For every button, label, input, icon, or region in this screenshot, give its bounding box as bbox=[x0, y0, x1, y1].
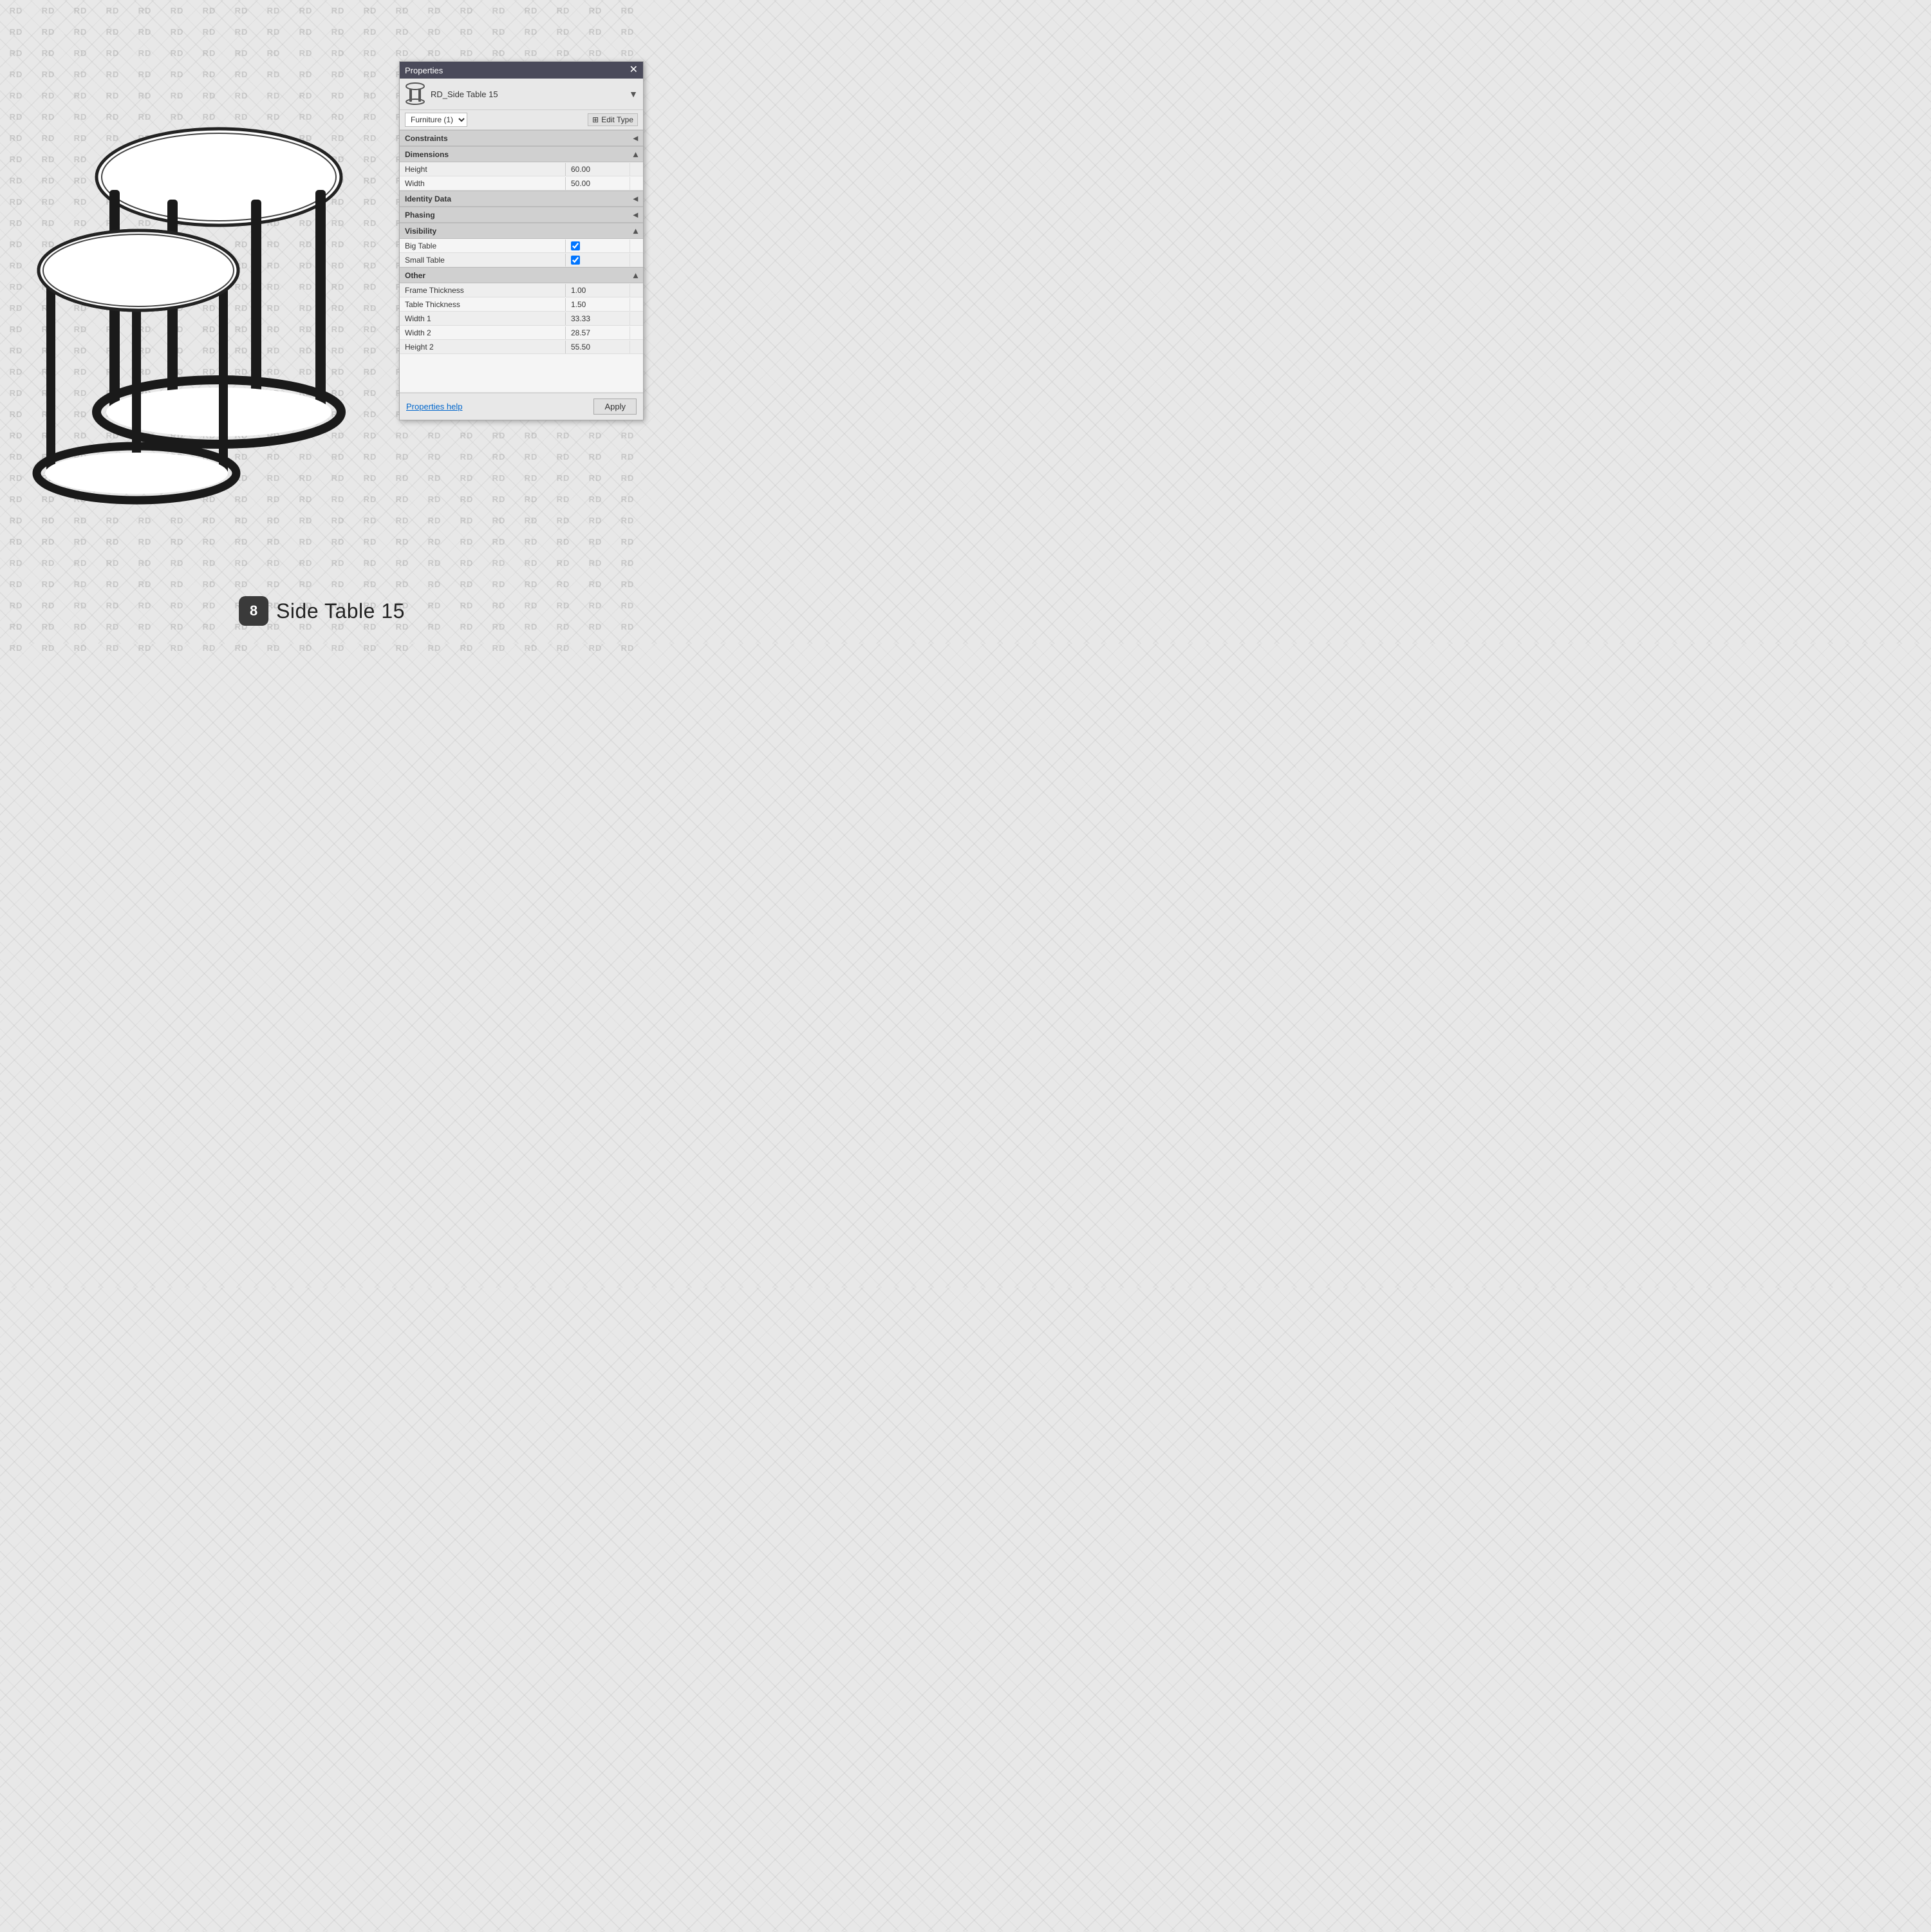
prop-big-table-value bbox=[566, 239, 630, 252]
prop-width1: Width 1 33.33 bbox=[400, 312, 643, 326]
prop-frame-thickness-value[interactable]: 1.00 bbox=[566, 284, 630, 297]
item-name: RD_Side Table 15 bbox=[431, 89, 624, 99]
prop-width-label: Width bbox=[400, 177, 566, 190]
prop-height2: Height 2 55.50 bbox=[400, 340, 643, 354]
prop-height2-label: Height 2 bbox=[400, 341, 566, 353]
prop-frame-thickness: Frame Thickness 1.00 bbox=[400, 283, 643, 297]
prop-width2-label: Width 2 bbox=[400, 326, 566, 339]
section-identity-label: Identity Data bbox=[405, 194, 451, 203]
phasing-collapse-icon[interactable]: ◂ bbox=[633, 209, 638, 220]
identity-collapse-icon[interactable]: ◂ bbox=[633, 193, 638, 204]
prop-small-table-value bbox=[566, 254, 630, 267]
prop-big-table-label: Big Table bbox=[400, 239, 566, 252]
label-badge: 8 bbox=[239, 596, 268, 626]
section-constraints[interactable]: Constraints ◂ bbox=[400, 130, 643, 146]
prop-small-table-label: Small Table bbox=[400, 254, 566, 267]
section-phasing[interactable]: Phasing ◂ bbox=[400, 207, 643, 223]
prop-table-thickness-value[interactable]: 1.50 bbox=[566, 298, 630, 311]
prop-width1-value[interactable]: 33.33 bbox=[566, 312, 630, 325]
prop-width-value[interactable]: 50.00 bbox=[566, 177, 630, 190]
prop-small-table: Small Table bbox=[400, 253, 643, 267]
section-other[interactable]: Other ▴ bbox=[400, 267, 643, 283]
section-phasing-label: Phasing bbox=[405, 211, 435, 220]
prop-height2-value[interactable]: 55.50 bbox=[566, 341, 630, 353]
properties-panel: Properties ✕ RD_Side Table 15 ▼ Furnitur… bbox=[399, 61, 644, 420]
edit-type-label: Edit Type bbox=[601, 115, 633, 124]
dimensions-collapse-icon[interactable]: ▴ bbox=[633, 149, 638, 160]
prop-frame-thickness-label: Frame Thickness bbox=[400, 284, 566, 297]
edit-type-button[interactable]: ⊞ Edit Type bbox=[588, 113, 638, 126]
close-button[interactable]: ✕ bbox=[630, 65, 638, 75]
prop-width: Width 50.00 bbox=[400, 176, 643, 191]
item-icon bbox=[405, 82, 425, 106]
section-other-label: Other bbox=[405, 271, 425, 280]
visibility-collapse-icon[interactable]: ▴ bbox=[633, 225, 638, 236]
prop-width2-value[interactable]: 28.57 bbox=[566, 326, 630, 339]
apply-button[interactable]: Apply bbox=[593, 399, 637, 415]
edit-type-icon: ⊞ bbox=[592, 115, 599, 124]
prop-width2: Width 2 28.57 bbox=[400, 326, 643, 340]
section-visibility-label: Visibility bbox=[405, 227, 436, 236]
panel-footer: Properties help Apply bbox=[400, 393, 643, 420]
label-text: Side Table 15 bbox=[276, 599, 405, 623]
item-dropdown-arrow[interactable]: ▼ bbox=[629, 89, 638, 99]
section-dimensions[interactable]: Dimensions ▴ bbox=[400, 146, 643, 162]
prop-big-table: Big Table bbox=[400, 239, 643, 253]
section-dimensions-label: Dimensions bbox=[405, 150, 449, 159]
panel-item-header: RD_Side Table 15 ▼ bbox=[400, 79, 643, 110]
prop-table-thickness-label: Table Thickness bbox=[400, 298, 566, 311]
panel-title: Properties bbox=[405, 66, 443, 75]
constraints-collapse-icon[interactable]: ◂ bbox=[633, 133, 638, 144]
panel-titlebar: Properties ✕ bbox=[400, 62, 643, 79]
prop-table-thickness: Table Thickness 1.50 bbox=[400, 297, 643, 312]
empty-space bbox=[400, 354, 643, 393]
properties-help-link[interactable]: Properties help bbox=[406, 402, 462, 411]
other-collapse-icon[interactable]: ▴ bbox=[633, 270, 638, 281]
section-visibility[interactable]: Visibility ▴ bbox=[400, 223, 643, 239]
prop-width1-label: Width 1 bbox=[400, 312, 566, 325]
prop-height-label: Height bbox=[400, 163, 566, 176]
section-constraints-label: Constraints bbox=[405, 134, 448, 143]
section-identity-data[interactable]: Identity Data ◂ bbox=[400, 191, 643, 207]
panel-type-row: Furniture (1) ⊞ Edit Type bbox=[400, 110, 643, 130]
small-table-checkbox[interactable] bbox=[571, 256, 580, 265]
bottom-label: 8 Side Table 15 bbox=[239, 596, 405, 626]
type-category-select[interactable]: Furniture (1) bbox=[405, 113, 467, 127]
prop-height: Height 60.00 bbox=[400, 162, 643, 176]
furniture-drawing bbox=[32, 52, 367, 534]
big-table-checkbox[interactable] bbox=[571, 241, 580, 250]
prop-height-value[interactable]: 60.00 bbox=[566, 163, 630, 176]
